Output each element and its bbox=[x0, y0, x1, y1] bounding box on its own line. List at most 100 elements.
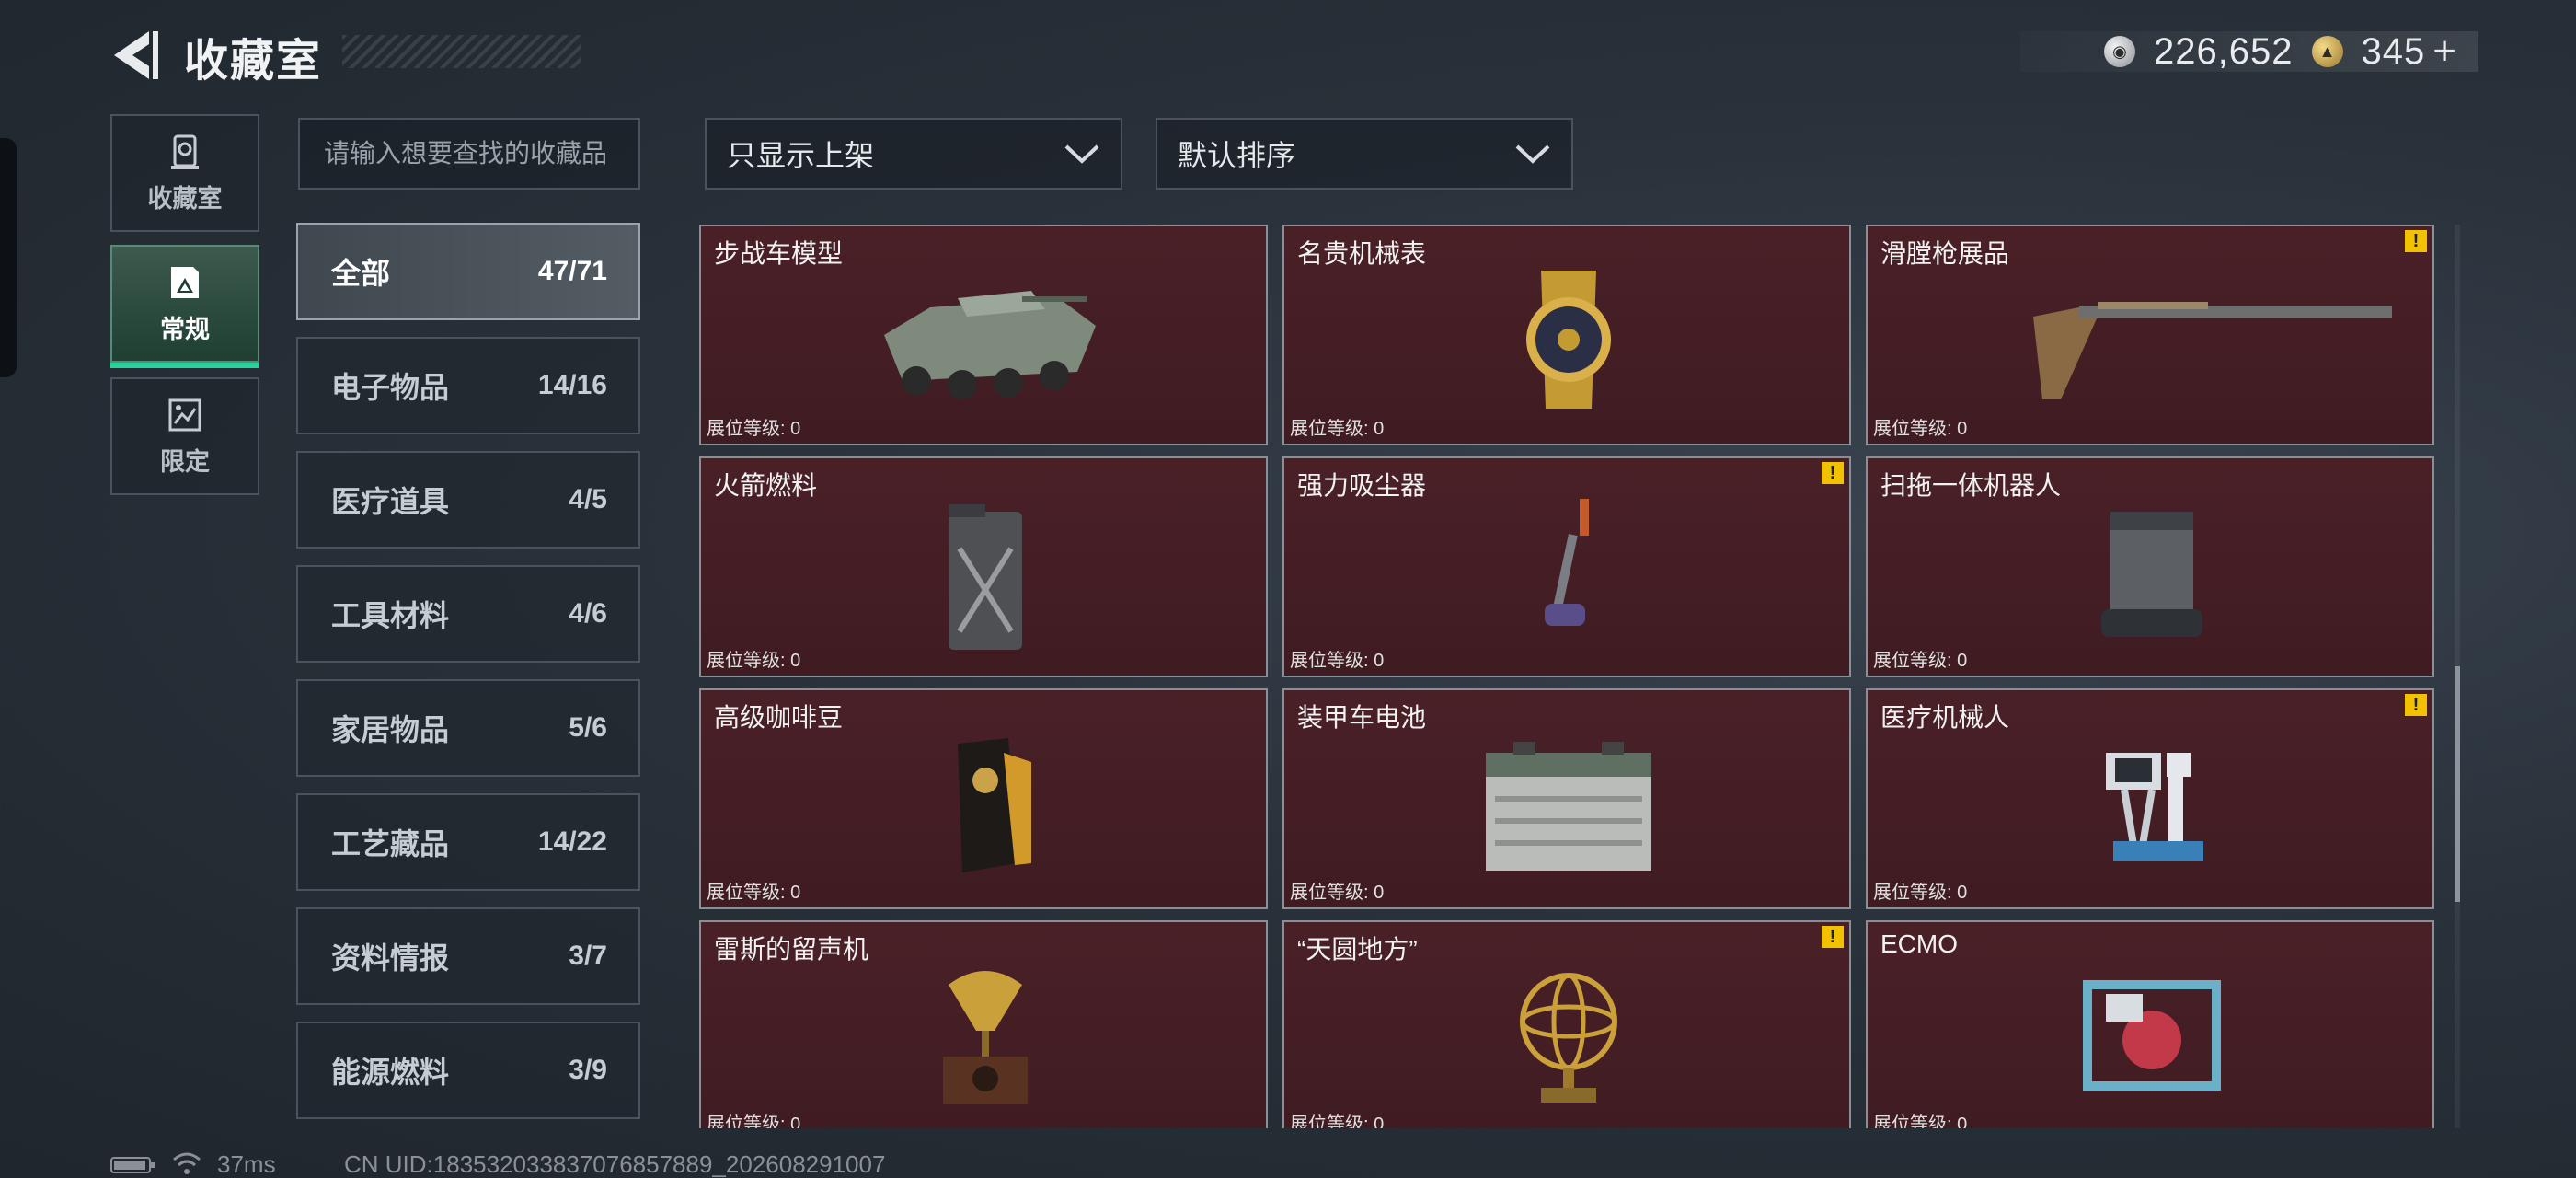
nav-limited[interactable]: 限定 bbox=[110, 377, 259, 495]
search-input[interactable] bbox=[298, 118, 640, 190]
warning-icon: ! bbox=[1822, 926, 1844, 948]
category-intel[interactable]: 资料情报 3/7 bbox=[296, 907, 640, 1005]
item-name: 火箭燃料 bbox=[714, 471, 818, 500]
item-name: 名贵机械表 bbox=[1297, 239, 1427, 268]
item-name: 高级咖啡豆 bbox=[714, 703, 844, 732]
category-count: 14/16 bbox=[537, 370, 607, 400]
add-currency-button[interactable]: + bbox=[2432, 29, 2456, 75]
wifi-icon bbox=[173, 1152, 201, 1174]
booth-level: 展位等级: 0 bbox=[1873, 419, 1968, 439]
booth-level: 展位等级: 0 bbox=[1290, 883, 1385, 903]
item-name: 强力吸尘器 bbox=[1297, 471, 1427, 500]
category-name: 医疗道具 bbox=[331, 485, 450, 518]
sparkle-image-icon bbox=[168, 398, 201, 431]
chevron-down-icon bbox=[1064, 144, 1099, 164]
back-arrow-icon bbox=[114, 31, 158, 79]
collectible-card[interactable]: 雷斯的留声机 展位等级: 0 bbox=[699, 920, 1268, 1128]
currency-bar: ◉ 226,652 ▲ 345 + bbox=[2020, 29, 2478, 75]
player-uid: CN UID:18353203383707685788​9_2026082910… bbox=[344, 1150, 886, 1178]
gramophone-icon bbox=[943, 971, 1028, 1104]
item-name: 步战车模型 bbox=[714, 239, 844, 268]
ecmo-machine-icon bbox=[2083, 980, 2221, 1091]
title-decoration bbox=[342, 35, 581, 68]
collectible-card[interactable]: 名贵机械表 展位等级: 0 bbox=[1282, 225, 1851, 445]
scrollbar-thumb[interactable] bbox=[2455, 666, 2460, 902]
collectible-card[interactable]: 扫拖一体机器人 展位等级: 0 bbox=[1866, 456, 2434, 677]
ifv-model-icon bbox=[884, 291, 1096, 399]
warning-icon: ! bbox=[2405, 694, 2427, 716]
battery-status-icon bbox=[110, 1157, 155, 1173]
gold-currency-value: 345 bbox=[2361, 30, 2426, 72]
silver-coin-icon: ◉ bbox=[2103, 36, 2135, 67]
collectible-card[interactable]: 滑膛枪展品 ! 展位等级: 0 bbox=[1866, 225, 2434, 445]
armillary-sphere-icon bbox=[1520, 973, 1617, 1103]
booth-level: 展位等级: 0 bbox=[707, 883, 801, 903]
category-household[interactable]: 家居物品 5/6 bbox=[296, 679, 640, 777]
warning-icon: ! bbox=[1822, 462, 1844, 484]
coffee-bag-icon bbox=[958, 738, 1031, 872]
collectible-card[interactable]: 强力吸尘器 ! 展位等级: 0 bbox=[1282, 456, 1851, 677]
category-name: 电子物品 bbox=[331, 371, 450, 404]
gold-coin-icon: ▲ bbox=[2311, 36, 2343, 67]
battery-icon bbox=[1486, 742, 1651, 871]
category-count: 3/9 bbox=[569, 1055, 607, 1085]
side-drawer-handle[interactable] bbox=[0, 138, 17, 377]
collectible-card[interactable]: 高级咖啡豆 展位等级: 0 bbox=[699, 688, 1268, 909]
robot-mop-icon bbox=[2101, 512, 2202, 637]
display-filter-dropdown[interactable]: 只显示上架 bbox=[705, 118, 1122, 190]
category-name: 家居物品 bbox=[331, 713, 450, 746]
warning-icon: ! bbox=[2405, 230, 2427, 252]
booth-level: 展位等级: 0 bbox=[1290, 1114, 1385, 1128]
fuel-canister-icon bbox=[949, 504, 1022, 650]
category-count: 47/71 bbox=[537, 256, 607, 286]
item-name: 装甲车电池 bbox=[1297, 703, 1427, 732]
display-filter-value: 只显示上架 bbox=[727, 139, 875, 172]
booth-level: 展位等级: 0 bbox=[707, 651, 801, 671]
category-electronics[interactable]: 电子物品 14/16 bbox=[296, 337, 640, 434]
collectible-card[interactable]: 步战车模型 展位等级: 0 bbox=[699, 225, 1268, 445]
category-count: 14/22 bbox=[537, 826, 607, 857]
medical-robot-icon bbox=[2106, 753, 2203, 861]
nav-label: 收藏室 bbox=[147, 184, 223, 213]
category-medical[interactable]: 医疗道具 4/5 bbox=[296, 451, 640, 549]
vacuum-cleaner-icon bbox=[1545, 499, 1589, 626]
category-all[interactable]: 全部 47/71 bbox=[296, 223, 640, 320]
trophy-icon bbox=[171, 134, 199, 169]
booth-level: 展位等级: 0 bbox=[707, 419, 801, 439]
category-name: 全部 bbox=[331, 257, 391, 290]
booth-level: 展位等级: 0 bbox=[707, 1114, 801, 1128]
collectible-card[interactable]: 装甲车电池 展位等级: 0 bbox=[1282, 688, 1851, 909]
category-energy[interactable]: 能源燃料 3/9 bbox=[296, 1022, 640, 1119]
nav-collection-room[interactable]: 收藏室 bbox=[110, 114, 259, 232]
nav-regular[interactable]: 常规 bbox=[110, 245, 259, 368]
collectible-card[interactable]: ECMO 展位等级: 0 bbox=[1866, 920, 2434, 1128]
sort-dropdown[interactable]: 默认排序 bbox=[1156, 118, 1573, 190]
collectible-grid: 步战车模型 展位等级: 0 名贵机械表 展位等级: 0 滑膛枪展品 ! 展位等级… bbox=[699, 225, 2445, 1128]
category-crafts[interactable]: 工艺藏品 14/22 bbox=[296, 793, 640, 891]
chevron-down-icon bbox=[1515, 144, 1550, 164]
category-count: 3/7 bbox=[569, 941, 607, 971]
category-name: 工具材料 bbox=[331, 599, 450, 632]
page-title: 收藏室 bbox=[184, 37, 323, 86]
item-name: 医疗机械人 bbox=[1880, 703, 2010, 732]
category-name: 工艺藏品 bbox=[331, 827, 450, 860]
category-count: 4/6 bbox=[569, 598, 607, 629]
back-button[interactable] bbox=[109, 28, 162, 83]
item-name: 雷斯的留声机 bbox=[714, 935, 869, 964]
category-count: 4/5 bbox=[569, 484, 607, 514]
category-count: 5/6 bbox=[569, 712, 607, 743]
booth-level: 展位等级: 0 bbox=[1873, 651, 1968, 671]
picture-icon bbox=[171, 266, 199, 298]
category-name: 能源燃料 bbox=[331, 1056, 450, 1089]
category-tools[interactable]: 工具材料 4/6 bbox=[296, 565, 640, 663]
collectible-card[interactable]: 医疗机械人 ! 展位等级: 0 bbox=[1866, 688, 2434, 909]
nav-label: 常规 bbox=[160, 315, 210, 343]
silver-currency-value: 226,652 bbox=[2153, 30, 2294, 72]
latency-readout: 37ms bbox=[217, 1150, 276, 1178]
collectible-card[interactable]: 火箭燃料 展位等级: 0 bbox=[699, 456, 1268, 677]
booth-level: 展位等级: 0 bbox=[1290, 419, 1385, 439]
item-name: “天圆地方” bbox=[1297, 935, 1418, 964]
booth-level: 展位等级: 0 bbox=[1873, 1114, 1968, 1128]
sort-value: 默认排序 bbox=[1178, 139, 1296, 172]
collectible-card[interactable]: “天圆地方” ! 展位等级: 0 bbox=[1282, 920, 1851, 1128]
